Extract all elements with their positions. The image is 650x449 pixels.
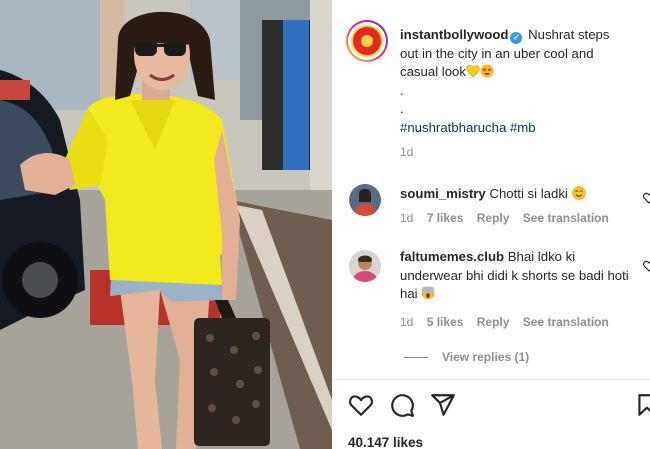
- comment-meta: 1d 5 likes Reply See translation: [400, 315, 619, 329]
- caption-dot-1: .: [400, 82, 404, 98]
- reply-button[interactable]: Reply: [477, 315, 510, 329]
- comment-time[interactable]: 1d: [400, 315, 413, 329]
- see-translation-button[interactable]: See translation: [523, 211, 609, 225]
- view-replies-button[interactable]: View replies (1): [404, 350, 529, 364]
- replies-line-divider: [404, 357, 428, 359]
- panel-divider: [332, 379, 650, 380]
- see-translation-button[interactable]: See translation: [523, 315, 609, 329]
- action-bar: [332, 392, 650, 420]
- comment-likes[interactable]: 7 likes: [427, 211, 464, 225]
- likes-count[interactable]: 40.147 likes: [348, 435, 423, 449]
- comment-icon[interactable]: [389, 392, 415, 418]
- blush-emoji-icon: [571, 186, 586, 200]
- view-replies-label: View replies (1): [442, 350, 530, 364]
- yellow-heart-emoji-icon: [466, 65, 480, 78]
- reply-button[interactable]: Reply: [477, 211, 510, 225]
- bookmark-icon[interactable]: [634, 392, 650, 418]
- screaming-emoji-icon: [421, 286, 435, 300]
- author-avatar[interactable]: [346, 20, 388, 62]
- caption-dot-2: .: [400, 101, 404, 116]
- caption-text-2: out in the city in an uber cool and: [400, 45, 594, 61]
- heart-icon[interactable]: [348, 392, 374, 418]
- comment-time[interactable]: 1d: [400, 211, 413, 225]
- verified-badge-icon: ✓: [510, 32, 523, 44]
- star-struck-emoji-icon: [480, 64, 494, 78]
- commenter-avatar[interactable]: [349, 250, 381, 282]
- commenter-avatar-image: [349, 250, 381, 282]
- comment-likes[interactable]: 5 likes: [427, 315, 464, 329]
- caption-text-1: Nushrat steps: [528, 27, 610, 42]
- share-icon[interactable]: [430, 392, 456, 418]
- post-photo[interactable]: [0, 0, 332, 449]
- comment-like-heart-icon[interactable]: [643, 192, 650, 204]
- comment-meta: 1d 7 likes Reply See translation: [400, 211, 619, 225]
- commenter-avatar-image: [349, 184, 381, 216]
- commenter-avatar[interactable]: [349, 184, 381, 216]
- avatar-ring: [348, 22, 386, 60]
- caption-third-line: casual look: [400, 63, 644, 82]
- comment-text-block: soumi_mistry Chotti si ladki: [400, 185, 636, 204]
- caption-hashtags[interactable]: #nushratbharucha #mb: [400, 119, 644, 138]
- post-side-panel: instantbollywood ✓ Nushrat steps out in t…: [332, 0, 650, 449]
- caption-text-3: casual look: [400, 64, 466, 79]
- commenter-username[interactable]: soumi_mistry: [400, 186, 486, 201]
- instantbollywood-logo: [351, 25, 383, 57]
- post-caption: instantbollywood ✓ Nushrat steps out in t…: [400, 26, 644, 137]
- post-timestamp[interactable]: 1d: [400, 145, 413, 159]
- post-photo-scene: [0, 0, 332, 449]
- author-username[interactable]: instantbollywood: [400, 27, 508, 42]
- comment-text: Chotti si ladki: [489, 186, 568, 201]
- caption-first-line: instantbollywood ✓ Nushrat steps: [400, 26, 644, 45]
- commenter-username[interactable]: faltumemes.club: [400, 249, 504, 264]
- comment-text-block: faltumemes.club Bhai ldko ki underwear b…: [400, 248, 636, 304]
- comment-like-heart-icon[interactable]: [643, 260, 650, 272]
